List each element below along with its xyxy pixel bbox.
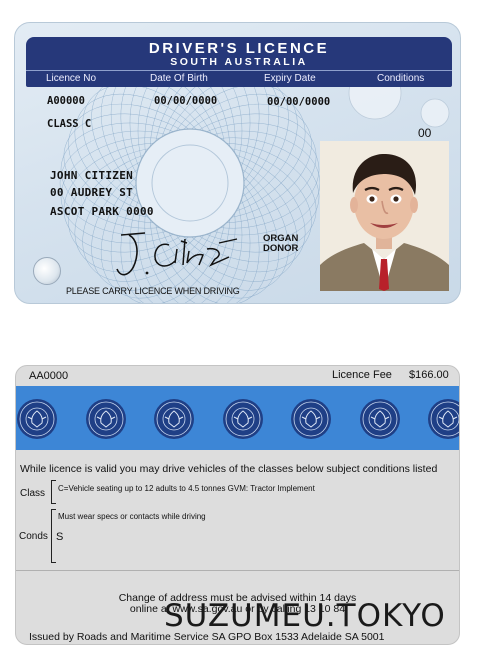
licence-fee-label: Licence Fee <box>332 369 392 381</box>
organ-donor-label: ORGAN DONOR <box>263 234 298 254</box>
state-seal-icon <box>154 399 194 439</box>
header-date-of-birth: Date Of Birth <box>150 73 208 84</box>
seal-band <box>16 386 459 450</box>
holder-address-line2: ASCOT PARK 0000 <box>50 205 154 218</box>
licence-number: A00000 <box>47 95 85 107</box>
class-label: Class <box>20 488 46 499</box>
expiry-date: 00/00/0000 <box>267 96 331 108</box>
back-licence-number: AA0000 <box>29 370 69 382</box>
date-of-birth: 00/00/0000 <box>154 95 218 107</box>
licence-fee-value: $166.00 <box>409 369 449 381</box>
punch-hole <box>33 257 61 285</box>
back-header-row: AA0000 Licence Fee $166.00 <box>16 366 459 386</box>
watermark-text: SUZUMEU.TOKYO <box>164 598 446 634</box>
state-seal-icon <box>222 399 263 439</box>
conds-value: S <box>56 531 64 543</box>
holder-address-line1: 00 AUDREY ST <box>50 186 134 199</box>
class-bracket <box>51 480 56 504</box>
validity-statement: While licence is valid you may drive veh… <box>20 463 438 475</box>
licence-subtitle: SOUTH AUSTRALIA <box>170 56 308 68</box>
holder-photo <box>320 141 449 291</box>
state-seal-icon <box>359 399 400 439</box>
state-seal-icon <box>85 399 126 439</box>
conditions-code: 00 <box>418 126 432 140</box>
header-conditions: Conditions <box>377 73 425 84</box>
licence-banner: DRIVER'S LICENCE SOUTH AUSTRALIA Licence… <box>26 37 452 87</box>
state-seal-icon <box>17 399 57 439</box>
holder-signature <box>116 232 238 276</box>
banner-divider <box>26 70 452 71</box>
state-seal-icon <box>428 399 459 439</box>
class-description: C=Vehicle seating up to 12 adults to 4.5… <box>58 484 315 493</box>
licence-front-card: DRIVER'S LICENCE SOUTH AUSTRALIA Licence… <box>14 22 461 304</box>
carry-notice: PLEASE CARRY LICENCE WHEN DRIVING <box>66 286 240 296</box>
back-divider <box>16 570 459 571</box>
header-licence-no: Licence No <box>46 73 97 84</box>
conds-label: Conds <box>19 531 48 542</box>
licence-class: CLASS C <box>47 118 92 130</box>
header-expiry-date: Expiry Date <box>264 73 316 84</box>
holder-name: JOHN CITIZEN <box>50 169 134 182</box>
licence-title: DRIVER'S LICENCE <box>148 40 330 57</box>
organ-donor-line2: DONOR <box>263 243 299 254</box>
conds-description: Must wear specs or contacts while drivin… <box>58 512 206 521</box>
state-seal-icon <box>291 399 331 439</box>
